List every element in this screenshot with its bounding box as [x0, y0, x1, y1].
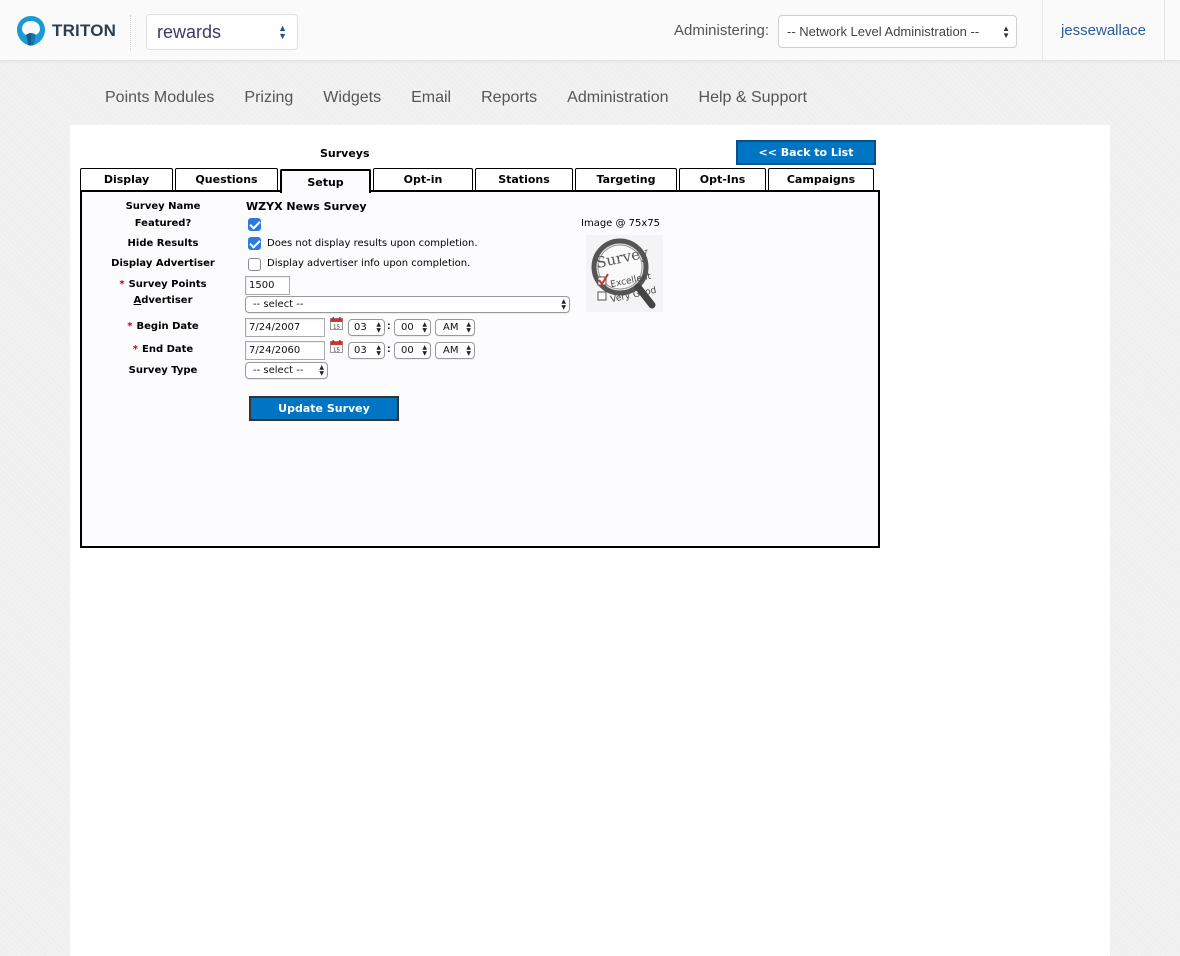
header-divider: [130, 15, 131, 51]
calendar-day-text: 15: [333, 325, 340, 331]
begin-ampm-value: AM: [443, 322, 459, 333]
back-to-list-button[interactable]: << Back to List: [736, 140, 876, 165]
nav-widgets[interactable]: Widgets: [323, 89, 381, 107]
calendar-icon[interactable]: 15: [330, 340, 343, 353]
end-date-label: * End Date: [93, 344, 233, 355]
end-hour-value: 03: [354, 345, 367, 356]
required-asterisk: *: [119, 279, 125, 290]
tab-setup[interactable]: Setup: [280, 169, 371, 193]
end-date-label-text: End Date: [142, 344, 194, 355]
page-title: Surveys: [320, 147, 370, 160]
nav-email[interactable]: Email: [411, 89, 451, 107]
select-arrows-icon: ▲ ▼: [422, 344, 427, 357]
required-asterisk: *: [127, 321, 133, 332]
end-hour-select[interactable]: 03 ▲ ▼: [348, 342, 385, 359]
select-arrows-icon: ▲ ▼: [376, 321, 381, 334]
tab-opt-in-question[interactable]: Opt-in Question: [373, 168, 473, 208]
select-arrows-icon: ▲ ▼: [1002, 24, 1010, 40]
survey-points-label-text: Survey Points: [128, 279, 207, 290]
survey-name-value: WZYX News Survey: [246, 200, 367, 213]
required-asterisk: *: [132, 344, 139, 355]
logo-text: TRITON: [52, 21, 117, 40]
advertiser-label-rest: dvertiser: [141, 295, 193, 306]
display-advertiser-text: Display advertiser info upon completion.: [267, 258, 471, 269]
tab-display[interactable]: Display: [80, 168, 173, 190]
username-link[interactable]: jessewallace: [1061, 22, 1146, 39]
advertiser-label: Advertiser: [133, 295, 193, 306]
advertiser-select[interactable]: -- select -- ▲ ▼: [245, 296, 570, 313]
begin-minute-select[interactable]: 00 ▲ ▼: [394, 319, 431, 336]
administering-select-value: -- Network Level Administration --: [787, 24, 980, 39]
display-advertiser-label: Display Advertiser: [111, 258, 215, 269]
hide-results-text: Does not display results upon completion…: [267, 238, 478, 249]
nav-reports[interactable]: Reports: [481, 89, 537, 107]
survey-type-select[interactable]: -- select -- ▲ ▼: [245, 362, 328, 379]
tab-opt-ins[interactable]: Opt-Ins: [679, 168, 766, 190]
survey-thumbnail-image: Survey Excellent Very Good: [586, 235, 663, 312]
begin-minute-value: 00: [401, 322, 414, 333]
end-minute-value: 00: [401, 345, 414, 356]
time-colon: :: [387, 343, 391, 355]
begin-hour-select[interactable]: 03 ▲ ▼: [348, 319, 385, 336]
triton-logo[interactable]: TRITON: [15, 14, 116, 48]
advertiser-select-value: -- select --: [253, 299, 304, 310]
hide-results-checkbox[interactable]: [248, 237, 261, 250]
featured-label: Featured?: [134, 218, 192, 229]
select-arrows-icon: ▲ ▼: [422, 321, 427, 334]
tab-campaigns[interactable]: Campaigns: [768, 168, 874, 190]
hide-results-label: Hide Results: [127, 238, 199, 249]
select-arrows-icon: ▲ ▼: [466, 344, 471, 357]
select-arrows-icon: ▲ ▼: [466, 321, 471, 334]
nav-administration[interactable]: Administration: [567, 89, 668, 107]
begin-date-label: * Begin Date: [93, 321, 233, 332]
select-arrows-icon: ▲ ▼: [561, 298, 566, 311]
survey-points-label: * Survey Points: [93, 279, 233, 290]
app-select-value: rewards: [157, 22, 222, 42]
end-date-input[interactable]: 7/24/2060: [245, 341, 325, 360]
image-size-label: Image @ 75x75: [581, 218, 661, 229]
administering-select[interactable]: -- Network Level Administration -- ▲ ▼: [778, 15, 1017, 48]
update-survey-button[interactable]: Update Survey: [249, 396, 399, 421]
app-select[interactable]: rewards ▲ ▼: [146, 14, 298, 50]
time-colon: :: [387, 320, 391, 332]
nav-points-modules[interactable]: Points Modules: [105, 89, 214, 107]
triton-logo-icon: [17, 16, 45, 46]
user-menu[interactable]: jessewallace: [1042, 0, 1165, 61]
select-arrows-icon: ▲ ▼: [278, 23, 287, 41]
display-advertiser-checkbox[interactable]: [248, 258, 261, 271]
select-arrows-icon: ▲ ▼: [319, 364, 324, 377]
select-arrows-icon: ▲ ▼: [376, 344, 381, 357]
calendar-icon[interactable]: 15: [330, 317, 343, 330]
top-bar: TRITON rewards ▲ ▼ Administering: -- Netw…: [0, 0, 1180, 61]
survey-name-label: Survey Name: [125, 201, 201, 212]
administering-label: Administering:: [674, 22, 770, 39]
end-minute-select[interactable]: 00 ▲ ▼: [394, 342, 431, 359]
nav-help-support[interactable]: Help & Support: [699, 89, 808, 107]
survey-points-input[interactable]: 1500: [245, 276, 290, 295]
main-nav: Points Modules Prizing Widgets Email Rep…: [105, 89, 837, 107]
end-ampm-value: AM: [443, 345, 459, 356]
tab-questions[interactable]: Questions: [175, 168, 278, 190]
tab-targeting[interactable]: Targeting: [575, 168, 677, 190]
tab-stations[interactable]: Stations: [475, 168, 573, 190]
survey-type-value: -- select --: [253, 365, 304, 376]
nav-prizing[interactable]: Prizing: [244, 89, 293, 107]
survey-type-label: Survey Type: [128, 365, 198, 376]
featured-checkbox[interactable]: [248, 218, 261, 231]
begin-date-input[interactable]: 7/24/2007: [245, 318, 325, 337]
begin-date-label-text: Begin Date: [136, 321, 199, 332]
begin-hour-value: 03: [354, 322, 367, 333]
begin-ampm-select[interactable]: AM ▲ ▼: [435, 319, 475, 336]
calendar-day-text: 15: [333, 348, 340, 354]
end-ampm-select[interactable]: AM ▲ ▼: [435, 342, 475, 359]
